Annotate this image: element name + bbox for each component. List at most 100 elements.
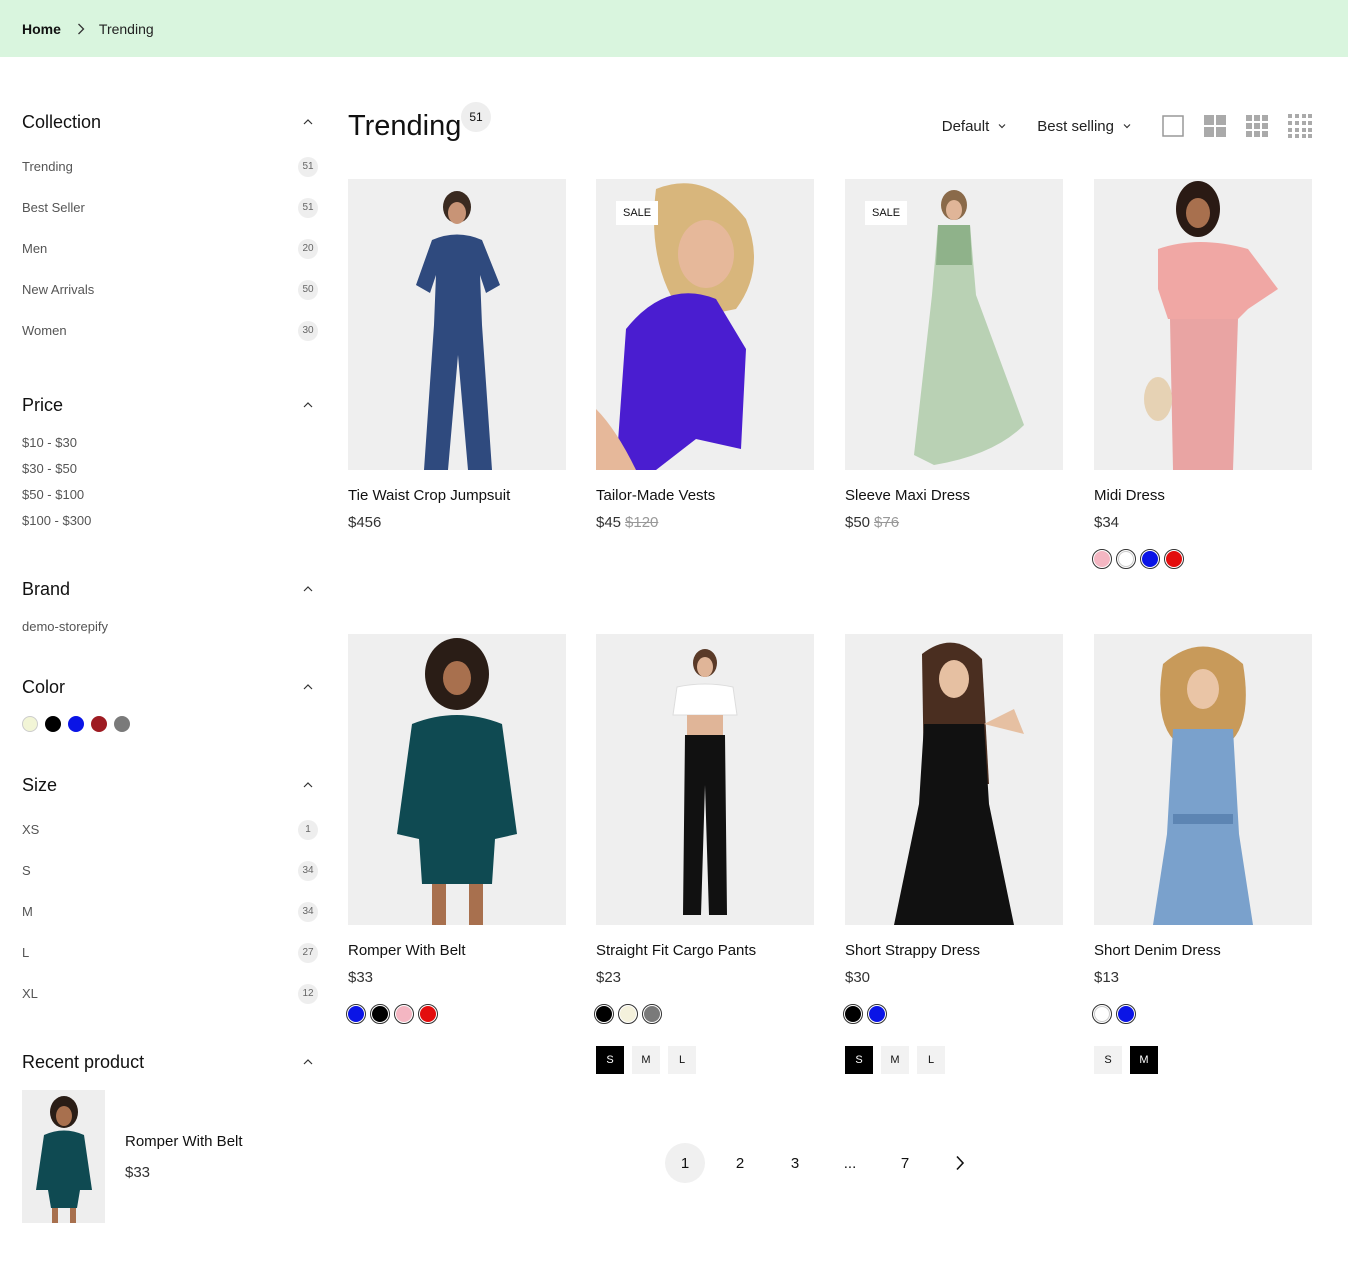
size-option-l[interactable]: L: [668, 1046, 696, 1074]
product-image[interactable]: [348, 634, 566, 925]
collection-item-women[interactable]: Women 30: [22, 310, 318, 351]
best-selling-dropdown[interactable]: Best selling: [1037, 118, 1132, 135]
grid-2-column-icon[interactable]: [1204, 115, 1226, 137]
product-name[interactable]: Short Denim Dress: [1094, 942, 1312, 959]
collection-item-trending[interactable]: Trending 51: [22, 146, 318, 187]
color-swatch[interactable]: [418, 1004, 438, 1024]
product-card[interactable]: Short Denim Dress $13 SM: [1092, 634, 1312, 1074]
product-image[interactable]: SALE: [596, 179, 814, 470]
chevron-up-icon[interactable]: [302, 583, 314, 595]
collection-item-men[interactable]: Men 20: [22, 228, 318, 269]
size-option-m[interactable]: M: [1130, 1046, 1158, 1074]
breadcrumb-home-link[interactable]: Home: [22, 21, 61, 37]
chevron-up-icon[interactable]: [302, 681, 314, 693]
filter-label: XS: [22, 822, 40, 837]
color-swatch[interactable]: [1164, 549, 1184, 569]
grid-1-column-icon[interactable]: [1162, 115, 1184, 137]
chevron-down-icon: [998, 124, 1006, 129]
page-7-button[interactable]: 7: [885, 1143, 925, 1183]
color-swatch[interactable]: [68, 716, 84, 732]
page-2-button[interactable]: 2: [720, 1143, 760, 1183]
product-name[interactable]: Short Strappy Dress: [845, 942, 1063, 959]
size-option-s[interactable]: S: [596, 1046, 624, 1074]
color-swatch[interactable]: [618, 1004, 638, 1024]
size-option-m[interactable]: M: [632, 1046, 660, 1074]
size-item-xl[interactable]: XL 12: [22, 973, 318, 1014]
size-option-m[interactable]: M: [881, 1046, 909, 1074]
section-title: Brand: [22, 578, 71, 599]
color-swatch[interactable]: [394, 1004, 414, 1024]
color-swatch[interactable]: [1116, 549, 1136, 569]
product-image[interactable]: SALE: [845, 179, 1063, 470]
grid-4-column-icon[interactable]: [1288, 114, 1312, 138]
product-price: $34: [1094, 514, 1312, 531]
collection-item-new-arrivals[interactable]: New Arrivals 50: [22, 269, 318, 310]
page-3-button[interactable]: 3: [775, 1143, 815, 1183]
recent-product-image[interactable]: [22, 1090, 105, 1223]
product-image[interactable]: [596, 634, 814, 925]
color-swatch[interactable]: [843, 1004, 863, 1024]
color-swatch[interactable]: [91, 716, 107, 732]
size-option-s[interactable]: S: [845, 1046, 873, 1074]
product-name[interactable]: Straight Fit Cargo Pants: [596, 942, 814, 959]
size-item-xs[interactable]: XS 1: [22, 809, 318, 850]
chevron-up-icon[interactable]: [302, 399, 314, 411]
grid-3-column-icon[interactable]: [1246, 115, 1268, 137]
product-card[interactable]: Straight Fit Cargo Pants $23 SML: [594, 634, 814, 1074]
size-option-l[interactable]: L: [917, 1046, 945, 1074]
color-swatch[interactable]: [594, 1004, 614, 1024]
recent-product-item[interactable]: Romper With Belt $33: [22, 1090, 318, 1223]
price-range-option[interactable]: $100 - $300: [22, 507, 318, 533]
size-item-s[interactable]: S 34: [22, 850, 318, 891]
product-card[interactable]: Midi Dress $34: [1092, 179, 1312, 569]
count-badge: 12: [298, 983, 318, 1004]
brand-option[interactable]: demo-storepify: [22, 611, 318, 641]
color-swatch[interactable]: [45, 716, 61, 732]
collection-filter-header[interactable]: Collection: [22, 100, 318, 144]
brand-filter-header[interactable]: Brand: [22, 567, 318, 611]
color-swatch[interactable]: [1116, 1004, 1136, 1024]
price-range-option[interactable]: $50 - $100: [22, 481, 318, 507]
color-swatch[interactable]: [1140, 549, 1160, 569]
recent-product-header[interactable]: Recent product: [22, 1040, 318, 1084]
chevron-up-icon[interactable]: [302, 116, 314, 128]
product-card[interactable]: SALE Tailor-Made Vests $45 $120: [596, 179, 814, 531]
color-swatch[interactable]: [114, 716, 130, 732]
price-range-option[interactable]: $30 - $50: [22, 455, 318, 481]
price-filter-header[interactable]: Price: [22, 383, 318, 427]
product-image[interactable]: [348, 179, 566, 470]
color-swatch[interactable]: [642, 1004, 662, 1024]
default-sort-dropdown[interactable]: Default: [942, 118, 1008, 135]
product-name[interactable]: Midi Dress: [1094, 487, 1312, 504]
product-card[interactable]: Tie Waist Crop Jumpsuit $456: [348, 179, 566, 531]
price-range-option[interactable]: $10 - $30: [22, 429, 318, 455]
size-item-m[interactable]: M 34: [22, 891, 318, 932]
product-name[interactable]: Romper With Belt: [348, 942, 566, 959]
size-filter-header[interactable]: Size: [22, 763, 318, 807]
product-image[interactable]: [1094, 179, 1312, 470]
color-filter-header[interactable]: Color: [22, 665, 318, 709]
color-swatch[interactable]: [1092, 549, 1112, 569]
color-swatch[interactable]: [370, 1004, 390, 1024]
product-name[interactable]: Sleeve Maxi Dress: [845, 487, 1063, 504]
size-item-l[interactable]: L 27: [22, 932, 318, 973]
recent-product-name[interactable]: Romper With Belt: [125, 1133, 243, 1150]
chevron-up-icon[interactable]: [302, 1056, 314, 1068]
count-badge: 50: [298, 279, 318, 300]
color-swatch[interactable]: [1092, 1004, 1112, 1024]
product-image[interactable]: [845, 634, 1063, 925]
collection-item-best-seller[interactable]: Best Seller 51: [22, 187, 318, 228]
chevron-up-icon[interactable]: [302, 779, 314, 791]
product-name[interactable]: Tailor-Made Vests: [596, 487, 814, 504]
product-card[interactable]: Short Strappy Dress $30 SML: [843, 634, 1063, 1074]
product-card[interactable]: SALE Sleeve Maxi Dress $50 $76: [845, 179, 1063, 531]
product-image[interactable]: [1094, 634, 1312, 925]
color-swatch[interactable]: [346, 1004, 366, 1024]
size-option-s[interactable]: S: [1094, 1046, 1122, 1074]
product-name[interactable]: Tie Waist Crop Jumpsuit: [348, 487, 566, 504]
color-swatch[interactable]: [867, 1004, 887, 1024]
product-card[interactable]: Romper With Belt $33: [346, 634, 566, 1024]
color-swatch[interactable]: [22, 716, 38, 732]
next-page-button[interactable]: [940, 1143, 980, 1183]
page-1-button[interactable]: 1: [665, 1143, 705, 1183]
